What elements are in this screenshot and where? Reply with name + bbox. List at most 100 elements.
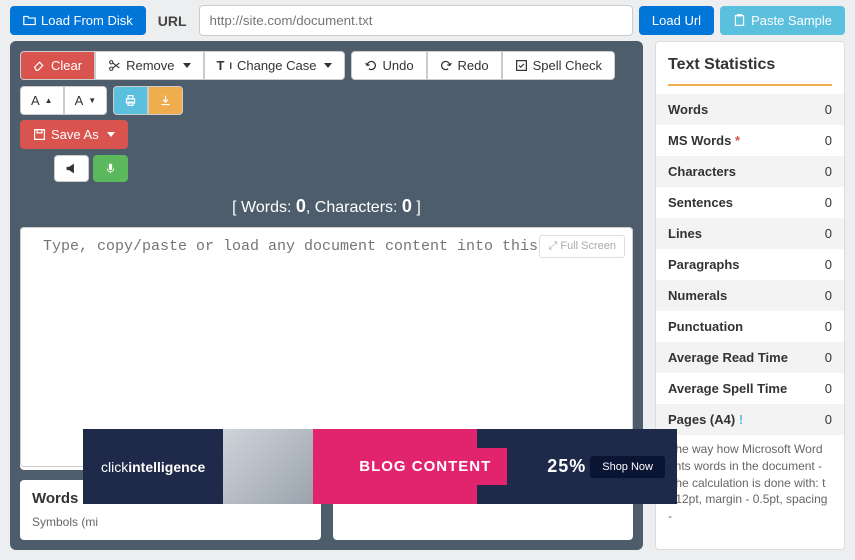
load-disk-label: Load From Disk: [41, 13, 133, 28]
ad-banner[interactable]: AdChoices clickintelligence BLOG CONTENT…: [83, 429, 677, 504]
toolbar: Clear Remove TI Change Case: [20, 51, 633, 182]
star-icon: *: [731, 133, 740, 148]
fullscreen-button[interactable]: ⤢ Full Screen: [539, 235, 625, 258]
words-card-sub: Symbols (mi: [32, 515, 309, 529]
announce-button[interactable]: [54, 155, 89, 182]
stat-row: Characters 0: [656, 156, 844, 187]
ad-logo: clickintelligence: [83, 459, 223, 475]
stat-rows: Words0MS Words *0Characters0Sentences0Li…: [656, 94, 844, 435]
stat-row: Numerals 0: [656, 280, 844, 311]
sidebar-footnote: The way how Microsoft Word unts words in…: [656, 435, 844, 531]
paste-sample-button[interactable]: Paste Sample: [720, 6, 845, 35]
remove-label: Remove: [126, 58, 174, 73]
undo-button[interactable]: Undo: [351, 51, 426, 80]
stat-value: 0: [825, 133, 832, 148]
paste-sample-label: Paste Sample: [751, 13, 832, 28]
load-from-disk-button[interactable]: Load From Disk: [10, 6, 146, 35]
expand-icon: ⤢: [548, 240, 557, 252]
bullhorn-icon: [65, 162, 78, 175]
chevron-down-icon: [183, 63, 191, 68]
download-icon: [159, 94, 172, 107]
ad-image: [223, 429, 313, 504]
stat-label: Characters: [668, 164, 736, 179]
undo-label: Undo: [382, 58, 413, 73]
font-decrease-button[interactable]: A▼: [64, 86, 108, 115]
stat-row: Punctuation0: [656, 311, 844, 342]
font-increase-button[interactable]: A▲: [20, 86, 64, 115]
stat-row: Words 0: [656, 94, 844, 125]
stat-value: 0: [825, 102, 832, 117]
check-icon: [515, 59, 528, 72]
chevron-down-icon: [324, 63, 332, 68]
stat-label: Paragraphs: [668, 257, 740, 272]
stats-suffix: ]: [412, 199, 421, 216]
info-icon: !: [735, 412, 743, 427]
stat-row: Paragraphs 0: [656, 249, 844, 280]
folder-open-icon: [23, 14, 36, 27]
eraser-icon: [33, 59, 46, 72]
stat-row: Pages (A4) ! 0: [656, 404, 844, 435]
remove-dropdown[interactable]: Remove: [95, 51, 203, 80]
toolbar-left: Clear Remove TI Change Case: [20, 51, 633, 115]
print-icon: [124, 94, 137, 107]
spell-check-button[interactable]: Spell Check: [502, 51, 615, 80]
stats-mid: , Characters:: [306, 199, 402, 216]
clear-button[interactable]: Clear: [20, 51, 95, 80]
download-button[interactable]: [148, 86, 183, 115]
char-count: 0: [402, 196, 412, 216]
stat-row: MS Words * 0: [656, 125, 844, 156]
stat-value: 0: [825, 195, 832, 210]
load-url-button[interactable]: Load Url: [639, 6, 714, 35]
stat-label: Punctuation: [668, 319, 743, 334]
chevron-down-icon: [107, 132, 115, 137]
stat-value: 0: [825, 381, 832, 396]
stat-value: 0: [825, 288, 832, 303]
top-bar: Load From Disk URL Load Url Paste Sample: [0, 0, 855, 41]
stat-label: Words: [668, 102, 708, 117]
redo-button[interactable]: Redo: [427, 51, 502, 80]
fullscreen-label: Full Screen: [560, 240, 616, 252]
spell-check-label: Spell Check: [533, 58, 602, 73]
stats-line: [ Words: 0, Characters: 0 ]: [20, 196, 633, 217]
ad-text-1: BLOG CONTENT: [343, 448, 507, 485]
case-icon: T: [217, 58, 225, 73]
mic-button[interactable]: [93, 155, 128, 182]
sidebar-title: Text Statistics: [656, 52, 844, 84]
stat-value: 0: [825, 164, 832, 179]
stat-value: 0: [825, 257, 832, 272]
stat-value: 0: [825, 412, 832, 427]
mic-icon: [104, 162, 117, 175]
save-as-label: Save As: [51, 127, 99, 142]
stat-label: Numerals: [668, 288, 727, 303]
stat-row: Sentences 0: [656, 187, 844, 218]
ad-content: BLOG CONTENT 25% OFF Shop Now: [313, 429, 677, 504]
stat-value: 0: [825, 350, 832, 365]
redo-icon: [440, 59, 453, 72]
stats-prefix: [ Words:: [232, 199, 296, 216]
stat-row: Lines 0: [656, 218, 844, 249]
stat-value: 0: [825, 226, 832, 241]
undo-icon: [364, 59, 377, 72]
stat-label: Sentences: [668, 195, 733, 210]
url-input[interactable]: [199, 5, 633, 36]
shop-now-button[interactable]: Shop Now: [590, 456, 665, 478]
change-case-dropdown[interactable]: TI Change Case: [204, 51, 346, 80]
change-case-label: Change Case: [237, 58, 317, 73]
stat-label: Average Read Time: [668, 350, 788, 365]
stat-label: MS Words *: [668, 133, 740, 148]
stat-row: Average Spell Time0: [656, 373, 844, 404]
paste-icon: [733, 14, 746, 27]
toolbar-right: Save As: [20, 120, 128, 182]
stat-label: Pages (A4) !: [668, 412, 743, 427]
save-as-dropdown[interactable]: Save As: [20, 120, 128, 149]
save-icon: [33, 128, 46, 141]
stat-row: Average Read Time 0: [656, 342, 844, 373]
scissors-icon: [108, 59, 121, 72]
print-button[interactable]: [113, 86, 148, 115]
sidebar: Text Statistics Words0MS Words *0Charact…: [655, 41, 845, 550]
redo-label: Redo: [458, 58, 489, 73]
stat-label: Lines: [668, 226, 702, 241]
word-count: 0: [296, 196, 306, 216]
clear-label: Clear: [51, 58, 82, 73]
sidebar-divider: [668, 84, 832, 86]
